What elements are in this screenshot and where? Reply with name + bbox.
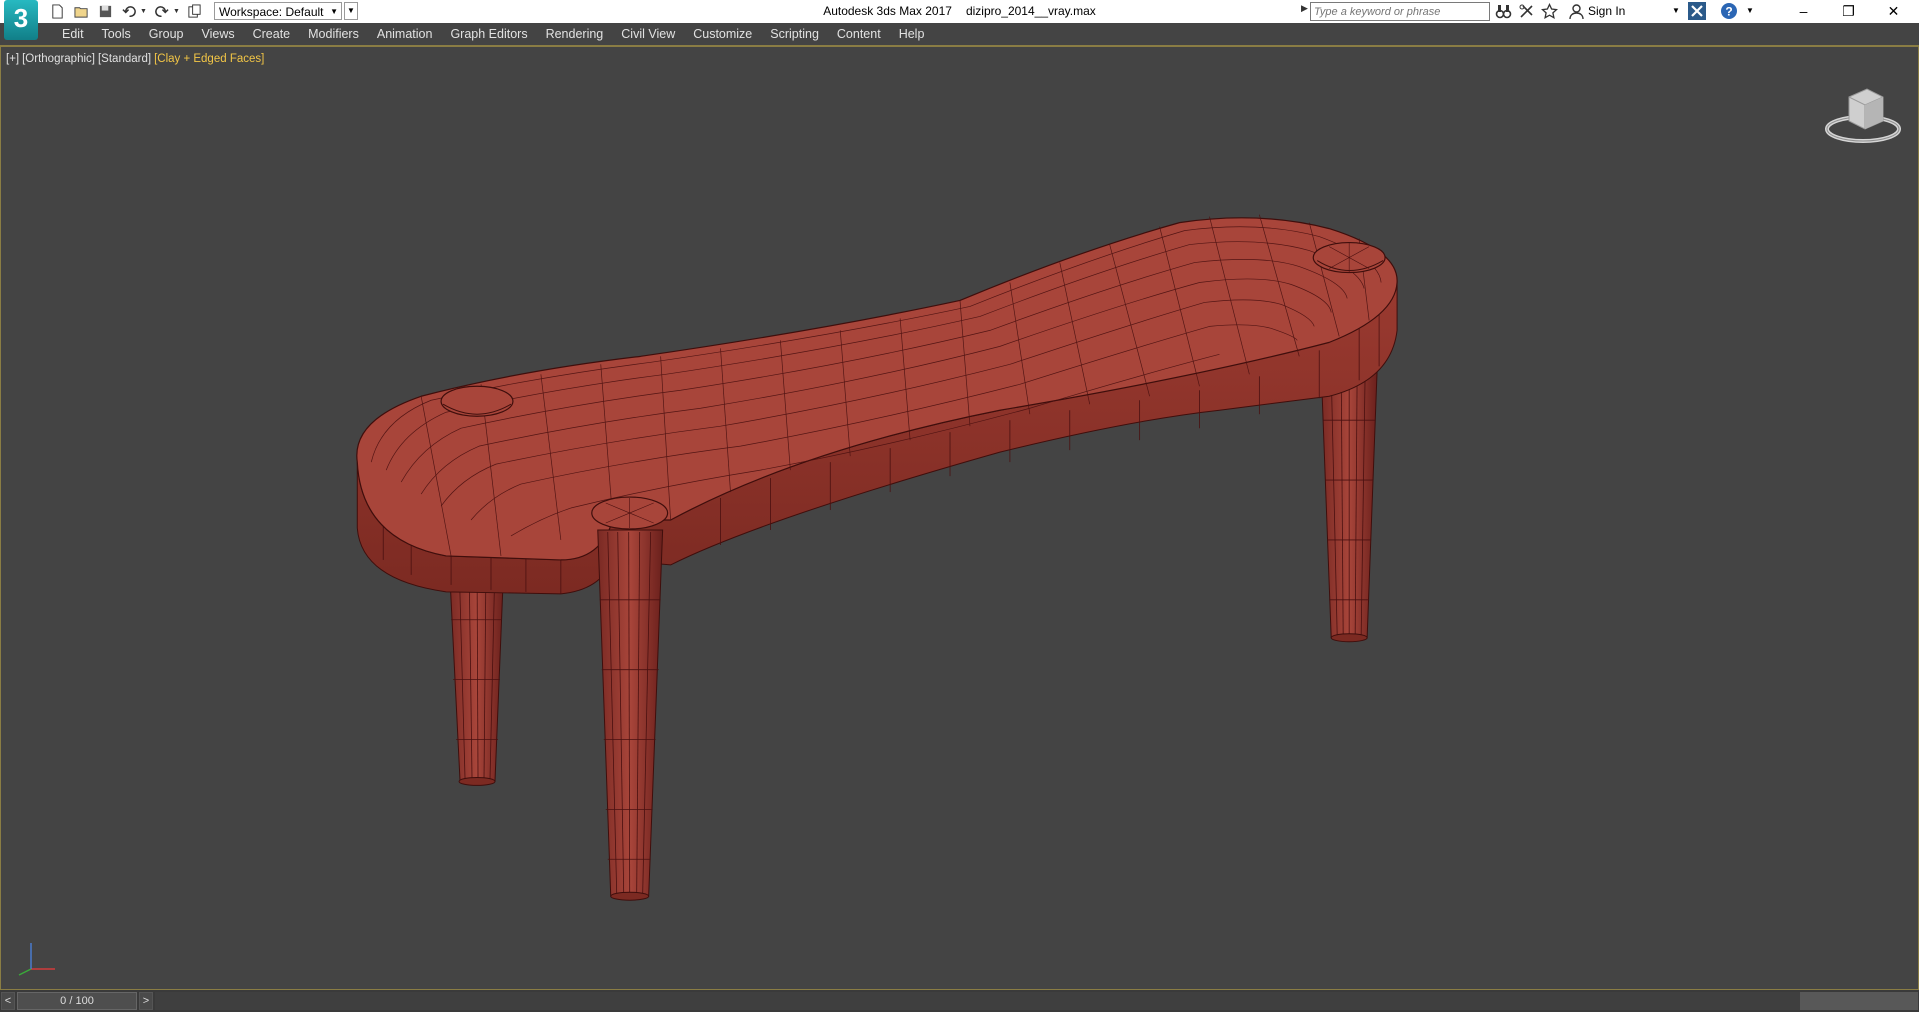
menu-bar: Edit Tools Group Views Create Modifiers … — [0, 23, 1919, 46]
undo-dropdown-icon[interactable]: ▼ — [140, 8, 147, 15]
minimize-button[interactable]: – — [1781, 0, 1826, 23]
axis-tripod-icon — [18, 943, 55, 976]
workspace-menu-icon[interactable]: ▼ — [344, 2, 358, 20]
menu-modifiers[interactable]: Modifiers — [299, 26, 368, 42]
app-title: Autodesk 3ds Max 2017 — [823, 4, 952, 18]
favorites-star-icon[interactable] — [1541, 3, 1558, 20]
autodesk-exchange-icon[interactable] — [1688, 2, 1706, 20]
save-icon[interactable] — [96, 3, 114, 21]
file-name: dizipro_2014__vray.max — [965, 4, 1096, 18]
time-next-button[interactable]: > — [139, 992, 153, 1010]
time-slider-track[interactable] — [155, 992, 1800, 1010]
menu-scripting[interactable]: Scripting — [761, 26, 828, 42]
time-slider-end — [1800, 992, 1918, 1010]
menu-content[interactable]: Content — [828, 26, 890, 42]
project-folder-icon[interactable] — [186, 3, 204, 21]
menu-rendering[interactable]: Rendering — [537, 26, 613, 42]
user-icon[interactable] — [1568, 3, 1585, 20]
menu-edit[interactable]: Edit — [53, 26, 93, 42]
communication-center-icon[interactable] — [1518, 3, 1535, 20]
bench-model[interactable] — [1, 47, 1918, 989]
menu-group[interactable]: Group — [140, 26, 193, 42]
leg-front-left — [591, 496, 669, 901]
chevron-down-icon: ▼ — [330, 7, 338, 16]
binoculars-icon[interactable] — [1495, 3, 1512, 20]
viewcube-widget[interactable] — [1821, 79, 1905, 149]
menu-customize[interactable]: Customize — [684, 26, 761, 42]
leg-cap-back-right — [1312, 241, 1386, 274]
sign-in-dropdown-icon[interactable]: ▼ — [1672, 6, 1680, 15]
svg-text:?: ? — [1725, 5, 1732, 19]
sign-in-link[interactable]: Sign In — [1588, 4, 1625, 18]
workspace-dropdown[interactable]: Workspace: Default ▼ — [214, 2, 342, 20]
app-logo-button[interactable]: 3 — [4, 0, 38, 40]
perspective-viewport[interactable]: [+] [Orthographic] [Standard] [Clay + Edged… — [0, 46, 1919, 990]
quick-access-toolbar: ▼ ▼ — [48, 2, 204, 21]
menu-graph-editors[interactable]: Graph Editors — [441, 26, 536, 42]
search-expand-icon[interactable]: ▶ — [1301, 3, 1308, 14]
workspace-label: Workspace: Default — [219, 5, 324, 19]
time-slider-bar: < 0 / 100 > — [0, 990, 1919, 1012]
close-button[interactable]: ✕ — [1871, 0, 1916, 23]
new-file-icon[interactable] — [48, 3, 66, 21]
search-input[interactable] — [1310, 2, 1490, 21]
leg-cap-back-left — [440, 385, 514, 417]
leg-back-right — [1320, 369, 1378, 643]
menu-create[interactable]: Create — [244, 26, 300, 42]
redo-dropdown-icon[interactable]: ▼ — [173, 8, 180, 15]
menu-help[interactable]: Help — [890, 26, 934, 42]
menu-animation[interactable]: Animation — [368, 26, 442, 42]
title-bar: 3 ▼ ▼ Workspace: Default ▼ ▼ Autodesk 3d… — [0, 0, 1919, 40]
time-slider-thumb[interactable]: 0 / 100 — [17, 992, 137, 1010]
menu-views[interactable]: Views — [192, 26, 243, 42]
menu-tools[interactable]: Tools — [93, 26, 140, 42]
restore-button[interactable]: ❐ — [1826, 0, 1871, 23]
leg-back-left — [448, 559, 505, 786]
redo-icon[interactable] — [153, 3, 171, 21]
open-folder-icon[interactable] — [72, 3, 90, 21]
help-icon[interactable]: ? — [1720, 2, 1738, 20]
help-dropdown-icon[interactable]: ▼ — [1746, 6, 1754, 15]
time-prev-button[interactable]: < — [1, 992, 15, 1010]
undo-icon[interactable] — [120, 3, 138, 21]
menu-civil-view[interactable]: Civil View — [612, 26, 684, 42]
